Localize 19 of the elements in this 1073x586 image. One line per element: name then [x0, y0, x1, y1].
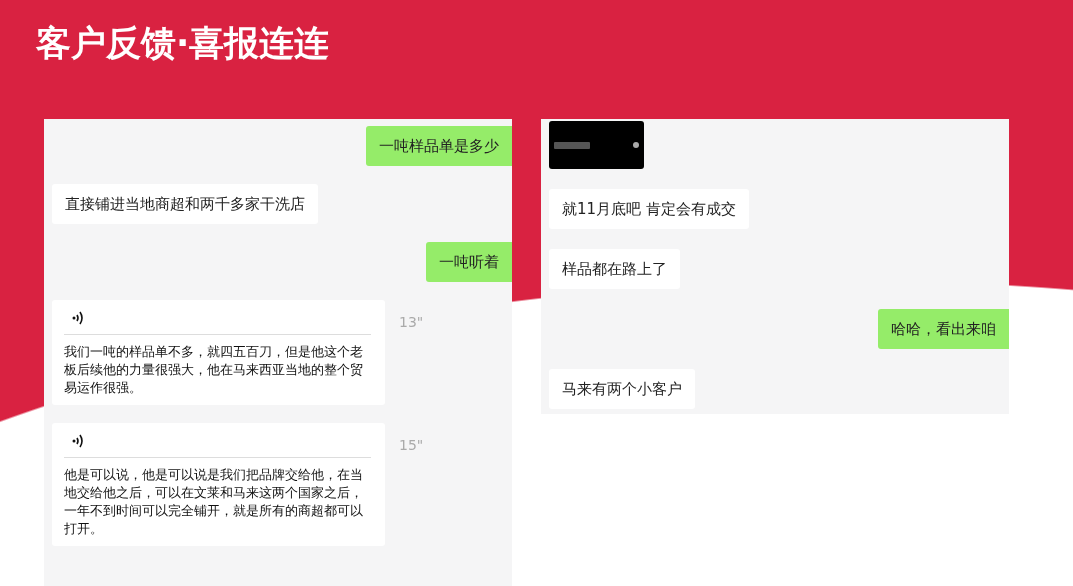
chat-message: 直接铺进当地商超和两千多家干洗店: [52, 184, 318, 224]
voice-wave-icon: [72, 433, 84, 449]
voice-duration: 15": [399, 436, 424, 455]
chat-message: 哈哈，看出来咱: [878, 309, 1009, 349]
caption-bar-icon: [554, 141, 590, 149]
voice-duration: 13": [399, 313, 424, 332]
chat-message: 一吨样品单是多少: [366, 126, 512, 166]
voice-transcript: 我们一吨的样品单不多，就四五百刀，但是他这个老板后续他的力量很强大，他在马来西亚当地的整个贸易运作很强。: [64, 343, 364, 397]
slide-title: 客户反馈·喜报连连: [36, 22, 331, 64]
voice-message[interactable]: 他是可以说，他是可以说是我们把品牌交给他，在当地交给他之后，可以在文莱和马来这两个国家之后，一年不到时间可以完全铺开，就是所有的商超都可以打开。: [52, 423, 385, 546]
chat-message: 样品都在路上了: [549, 249, 680, 289]
chat-message: 马来有两个小客户: [549, 369, 695, 409]
chat-message: 就11月底吧 肯定会有成交: [549, 189, 749, 229]
voice-message[interactable]: 我们一吨的样品单不多，就四五百刀，但是他这个老板后续他的力量很强大，他在马来西亚当地的整个贸易运作很强。: [52, 300, 385, 405]
video-thumbnail[interactable]: [549, 121, 644, 169]
chat-message: 一吨听着: [426, 242, 512, 282]
voice-transcript: 他是可以说，他是可以说是我们把品牌交给他，在当地交给他之后，可以在文莱和马来这两个国家之后，一年不到时间可以完全铺开，就是所有的商超都可以打开。: [64, 466, 364, 538]
voice-wave-icon: [72, 310, 84, 326]
dot-icon: [633, 142, 639, 148]
